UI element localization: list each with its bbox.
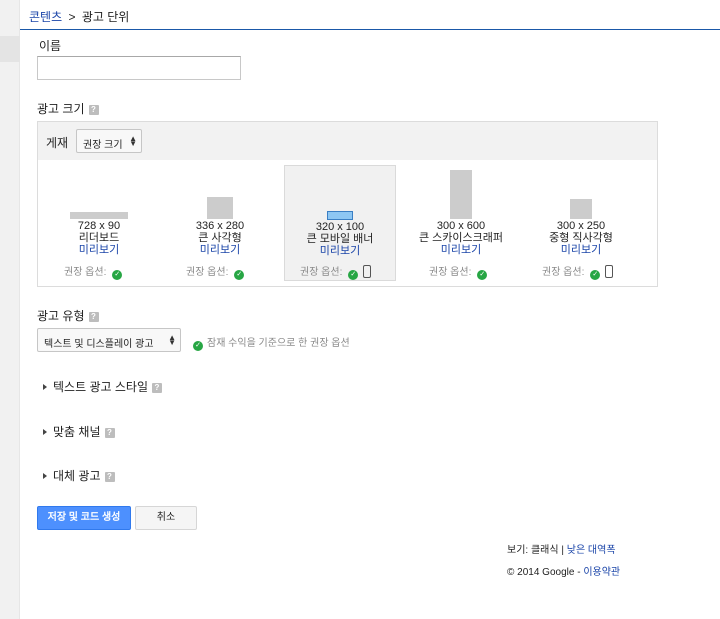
expander-text-ad-style[interactable]: 텍스트 광고 스타일?: [43, 378, 162, 395]
size-card-large-skyscraper[interactable]: 300 x 600 큰 스카이스크래퍼 미리보기 권장 옵션: ✓: [405, 165, 517, 281]
size-preview-shape: [70, 212, 128, 219]
size-card-large-mobile-banner[interactable]: 320 x 100 큰 모바일 배너 미리보기 권장 옵션: ✓: [284, 165, 396, 281]
recommended-label: 권장 옵션:: [429, 267, 472, 278]
preview-link[interactable]: 미리보기: [164, 244, 276, 257]
check-circle-icon: ✓: [590, 270, 601, 280]
mobile-phone-icon: [605, 265, 614, 278]
check-circle-icon: ✓: [193, 341, 203, 351]
expander-label: 대체 광고: [53, 469, 101, 483]
recommended-label: 권장 옵션:: [300, 267, 343, 278]
breadcrumb-link-content[interactable]: 콘텐츠: [29, 10, 62, 24]
low-bandwidth-link[interactable]: 낮은 대역폭: [567, 545, 616, 556]
save-and-get-code-button[interactable]: 저장 및 코드 생성: [37, 506, 131, 530]
size-preview-shape: [450, 170, 472, 219]
terms-link[interactable]: 이용약관: [583, 567, 620, 578]
size-dims: 300 x 250: [556, 220, 606, 232]
ad-size-panel-header: 게재 권장 크기 ▲ ▼: [38, 122, 657, 160]
recommended-label: 권장 옵션:: [186, 267, 229, 278]
recommended-row: 권장 옵션: ✓: [300, 263, 372, 280]
size-name: 리더보드: [78, 232, 120, 244]
ad-type-label-text: 광고 유형: [37, 309, 85, 323]
size-card-medium-rectangle[interactable]: 300 x 250 중형 직사각형 미리보기 권장 옵션: ✓: [525, 165, 637, 281]
breadcrumb: 콘텐츠 > 광고 단위: [20, 0, 720, 30]
view-mode-footer: 보기: 클래식 | 낮은 대역폭: [507, 541, 616, 556]
view-separator: |: [561, 545, 564, 556]
size-preview-shape: [207, 197, 233, 219]
size-name: 큰 사각형: [198, 232, 242, 244]
size-name: 큰 모바일 배너: [306, 233, 374, 245]
copyright-text: © 2014 Google -: [507, 567, 581, 578]
left-nav-strip: [0, 0, 20, 619]
name-label: 이름: [39, 39, 62, 53]
copyright-footer: © 2014 Google - 이용약관: [507, 563, 620, 578]
question-square-icon[interactable]: ?: [104, 427, 115, 438]
preview-link[interactable]: 미리보기: [284, 245, 396, 258]
question-square-icon[interactable]: ?: [152, 382, 162, 393]
preview-link[interactable]: 미리보기: [43, 244, 155, 257]
recommended-row: 권장 옵션: ✓: [429, 263, 488, 280]
size-name: 중형 직사각형: [549, 232, 613, 244]
size-dims: 300 x 600: [436, 220, 486, 232]
size-filter-select[interactable]: 권장 크기 ▲ ▼: [76, 129, 142, 153]
triangle-right-icon: [43, 429, 47, 435]
recommended-label: 권장 옵션:: [64, 267, 107, 278]
size-card-leaderboard[interactable]: 728 x 90 리더보드 미리보기 권장 옵션: ✓: [43, 165, 155, 281]
preview-link[interactable]: 미리보기: [525, 244, 637, 257]
ad-type-value: 텍스트 및 디스플레이 광고: [44, 339, 154, 350]
breadcrumb-current: 광고 단위: [81, 10, 130, 24]
ad-size-label: 광고 크기?: [37, 100, 99, 117]
question-square-icon[interactable]: ?: [88, 104, 99, 115]
size-dims: 320 x 100: [315, 221, 365, 233]
left-nav-selected[interactable]: [0, 36, 20, 62]
ad-size-panel: 게재 권장 크기 ▲ ▼ 728 x 90 리더보드 미리보기 권장 옵션: ✓ 3…: [37, 121, 658, 287]
ad-type-select[interactable]: 텍스트 및 디스플레이 광고 ▲ ▼: [37, 328, 181, 352]
ad-size-label-text: 광고 크기: [37, 102, 85, 116]
ad-type-note: 잠재 수익을 기준으로 한 권장 옵션: [207, 338, 350, 349]
question-square-icon[interactable]: ?: [104, 471, 115, 482]
recommended-row: 권장 옵션: ✓: [186, 263, 245, 280]
size-dims: 728 x 90: [77, 220, 121, 232]
up-down-arrows-icon: ▲ ▼: [129, 134, 137, 148]
expander-backup-ads[interactable]: 대체 광고?: [43, 467, 115, 484]
recommended-row: 권장 옵션: ✓: [542, 263, 614, 280]
triangle-right-icon: [43, 384, 47, 390]
check-circle-icon: ✓: [234, 270, 245, 280]
check-circle-icon: ✓: [477, 270, 488, 280]
recommended-label: 권장 옵션:: [542, 267, 585, 278]
size-preview-shape: [327, 211, 353, 220]
size-name: 큰 스카이스크래퍼: [418, 232, 503, 244]
check-circle-icon: ✓: [348, 270, 359, 280]
expander-label: 텍스트 광고 스타일: [53, 380, 148, 394]
ad-type-label: 광고 유형?: [37, 307, 99, 324]
view-prefix: 보기:: [507, 545, 529, 556]
mobile-phone-icon: [363, 265, 372, 278]
size-filter-value: 권장 크기: [83, 140, 123, 151]
size-dims: 336 x 280: [195, 220, 245, 232]
up-down-arrows-icon: ▲ ▼: [168, 333, 176, 347]
publisher-label: 게재: [46, 136, 69, 150]
expander-custom-channels[interactable]: 맞춤 채널?: [43, 423, 115, 440]
view-classic: 클래식: [530, 545, 559, 556]
question-square-icon[interactable]: ?: [88, 311, 99, 322]
size-preview-shape: [570, 199, 592, 219]
recommended-row: 권장 옵션: ✓: [64, 263, 123, 280]
cancel-button[interactable]: 취소: [135, 506, 197, 530]
ad-type-recommendation: ✓ 잠재 수익을 기준으로 한 권장 옵션: [193, 334, 350, 351]
check-circle-icon: ✓: [112, 270, 123, 280]
triangle-right-icon: [43, 473, 47, 479]
breadcrumb-separator: >: [68, 10, 76, 24]
preview-link[interactable]: 미리보기: [405, 244, 517, 257]
size-card-large-rectangle[interactable]: 336 x 280 큰 사각형 미리보기 권장 옵션: ✓: [164, 165, 276, 281]
expander-label: 맞춤 채널: [53, 425, 101, 439]
name-input[interactable]: [37, 56, 241, 80]
